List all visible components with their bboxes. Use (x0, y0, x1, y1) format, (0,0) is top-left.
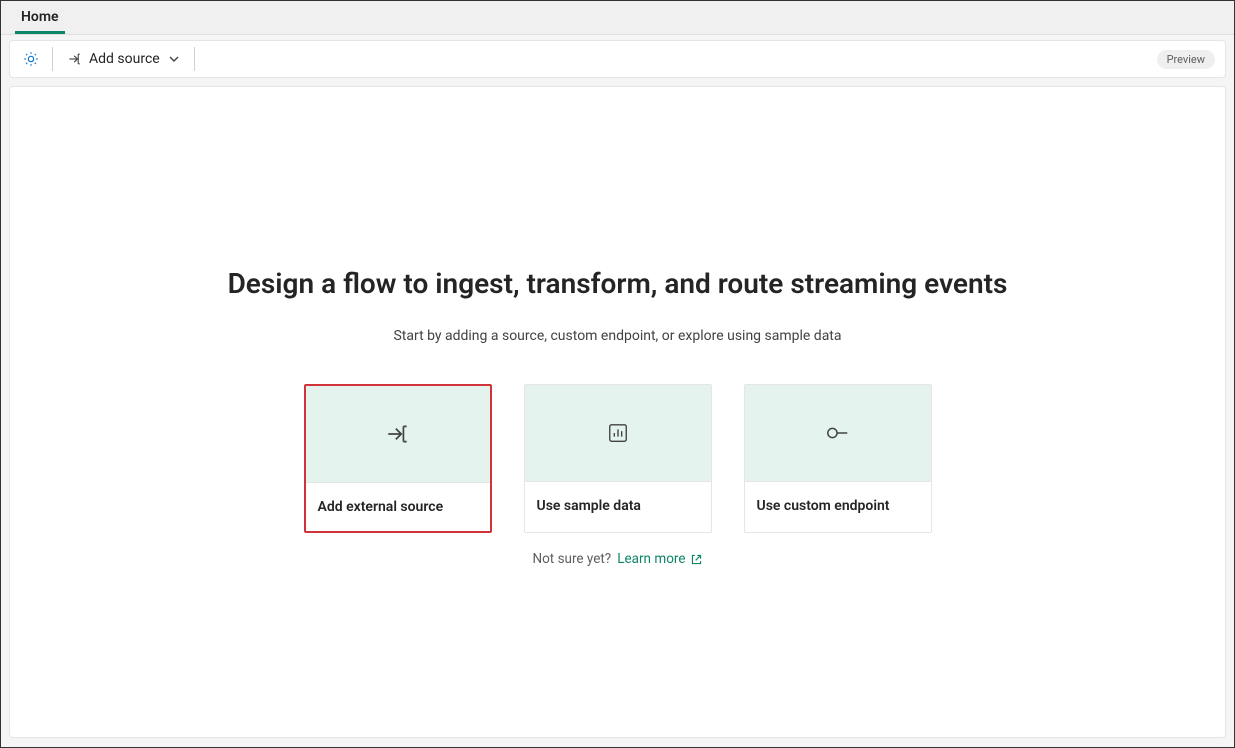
toolbar-divider (52, 47, 53, 71)
card-icon-area (306, 386, 490, 482)
option-cards: Add external source Use sample data (304, 384, 932, 533)
helper-prefix: Not sure yet? (532, 551, 611, 567)
helper-row: Not sure yet? Learn more (532, 551, 702, 567)
card-icon-area (745, 385, 931, 481)
external-link-icon (690, 553, 703, 566)
learn-more-label: Learn more (617, 551, 685, 567)
endpoint-icon (825, 422, 851, 444)
settings-button[interactable] (16, 44, 46, 74)
card-add-external-source[interactable]: Add external source (304, 384, 492, 533)
preview-badge: Preview (1157, 50, 1215, 69)
card-use-sample-data[interactable]: Use sample data (524, 384, 712, 533)
card-use-custom-endpoint[interactable]: Use custom endpoint (744, 384, 932, 533)
source-in-icon (385, 421, 411, 447)
gear-icon (22, 50, 40, 68)
card-label: Use custom endpoint (745, 481, 931, 530)
page-subhead: Start by adding a source, custom endpoin… (393, 328, 841, 344)
card-label: Add external source (306, 482, 490, 531)
tab-bar: Home (1, 1, 1234, 35)
bar-chart-icon (607, 422, 629, 444)
add-source-button[interactable]: Add source (59, 47, 188, 71)
page-headline: Design a flow to ingest, transform, and … (228, 267, 1008, 300)
add-source-label: Add source (89, 51, 160, 67)
main-canvas: Design a flow to ingest, transform, and … (9, 86, 1226, 738)
source-in-icon (67, 51, 83, 67)
tab-home[interactable]: Home (15, 1, 65, 34)
toolbar: Add source Preview (9, 40, 1226, 78)
toolbar-divider (194, 47, 195, 71)
card-label: Use sample data (525, 481, 711, 530)
chevron-down-icon (168, 53, 180, 65)
learn-more-link[interactable]: Learn more (617, 551, 702, 567)
card-icon-area (525, 385, 711, 481)
